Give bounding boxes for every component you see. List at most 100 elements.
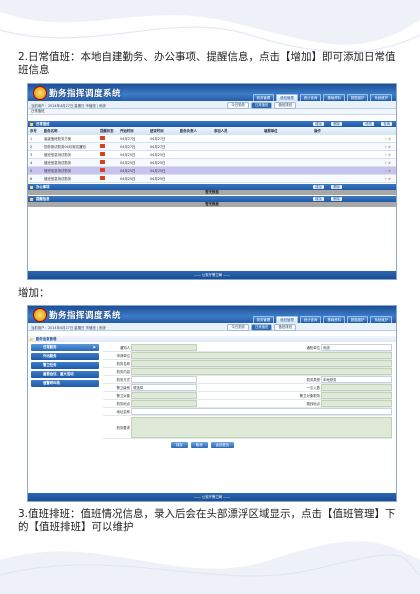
form-label: 警卫对象 — [116, 394, 130, 398]
start-time: 04月25日 — [120, 161, 136, 165]
office-add-button[interactable]: 增加 — [313, 185, 324, 189]
duty-type-button[interactable]: 日常勤务 ▶ — [31, 344, 99, 351]
delete-icon[interactable]: ✕ — [388, 161, 391, 165]
table-row[interactable]: 1 省级值班勤务方案 04月27日 04月27日 ✓✕ — [28, 135, 396, 143]
table-row[interactable]: 5 值班信息测试勤务 04月25日 04月25日 ✓✕ — [28, 167, 396, 175]
add-button[interactable]: 增加 — [313, 122, 324, 126]
duty-name-field[interactable] — [131, 360, 392, 367]
delete-icon[interactable]: ✕ — [388, 153, 391, 157]
form-row: 勤务方式 勤务类型 本地勤务 — [103, 376, 392, 384]
row-actions: ✓✕ — [312, 137, 396, 141]
daily-duty-screenshot: 勤务指挥调度系统 勤务管理 值班管理 统计查询 基础资料 数据维护 系统维护 当前用户：2… — [27, 83, 397, 280]
duty-type-field[interactable]: 本地勤务 — [321, 376, 392, 383]
end-time: 04月25日 — [150, 161, 166, 165]
user-info: 当前用户：2014年4月27日 星期日 市值班 | 系统 — [31, 104, 106, 108]
form-label: 通知人 — [119, 346, 130, 350]
form-label: 勤务类型 — [306, 378, 320, 382]
daily-duty-section-title: 日常值班 — [36, 122, 50, 126]
office-items-title: 办公事项 — [36, 185, 50, 189]
confirm-icon[interactable]: ✓ — [384, 161, 387, 165]
app-header: 勤务指挥调度系统 勤务管理 值班管理 统计查询 基础资料 数据维护 系统维护 — [28, 84, 396, 102]
duty-content-field[interactable] — [131, 368, 392, 375]
duty-location-field[interactable] — [131, 400, 197, 407]
form-label: 警卫级别 — [116, 386, 130, 390]
table-row[interactable]: 6 值班信息测试勤务 04月25日 04月25日 ✓✕ — [28, 175, 396, 183]
reminder-status — [98, 152, 118, 157]
app-title: 勤务指挥调度系统 — [49, 311, 122, 321]
confirm-icon[interactable]: ✓ — [384, 153, 387, 157]
duty-type-panel: 日常勤务 ▶ 外出勤务警卫任务重要会议、重大活动 值警呼叫场 — [31, 344, 99, 389]
app-header: 勤务指挥调度系统 勤务管理 值班管理 统计查询 基础资料 数据维护 系统维护 — [28, 306, 396, 324]
row-actions: ✓✕ — [312, 169, 396, 173]
guard-target-title-field[interactable] — [321, 392, 392, 399]
row-actions: ✓✕ — [312, 145, 396, 149]
column-header: 开始时间 — [120, 129, 134, 133]
notifier-field[interactable] — [131, 344, 197, 351]
section-daily-duty-description: 2.日常值班：本地自建勤务、办公事项、提醒信息，点击【增加】即可添加日常值班信息 — [18, 51, 396, 76]
add-caption: 增加： — [18, 287, 50, 299]
row-actions: ✓✕ — [312, 161, 396, 165]
reminder-status — [98, 144, 118, 149]
form-label: 地址名称 — [116, 410, 130, 414]
add-duty-form-screenshot: 勤务指挥调度系统 勤务管理 值班管理 统计查询 基础资料 数据维护 系统维护 当前用户：2… — [27, 305, 397, 502]
duty-type-label: 日常勤务 — [43, 345, 57, 349]
confirm-icon[interactable]: ✓ — [384, 177, 387, 181]
reminder-add-button[interactable]: 增加 — [313, 197, 324, 201]
route-field[interactable] — [321, 400, 392, 407]
duty-type-button[interactable]: 重要会议、重大活动 — [31, 371, 99, 378]
form-label: 勤务地点 — [116, 402, 130, 406]
address-field[interactable] — [131, 408, 392, 415]
sub-tab[interactable]: 今日勤务 — [227, 102, 249, 109]
form-label: 通知单位 — [306, 346, 320, 350]
sub-tab[interactable]: 值班排班 — [274, 324, 296, 331]
sub-tab[interactable]: 值班排班 — [274, 102, 296, 109]
table-row[interactable]: 2 勤务测试勤务04月测试通知 04月27日 04月27日 ✓✕ — [28, 143, 396, 151]
column-header: 序号 — [30, 129, 37, 133]
reminder-delete-button[interactable]: 删除 — [331, 197, 342, 201]
reminder-status — [98, 160, 118, 165]
column-header: 勤务名称 — [44, 129, 58, 133]
row-number: 2 — [30, 144, 33, 149]
form-action-button[interactable]: 保存 — [171, 442, 188, 448]
office-delete-button[interactable]: 删除 — [331, 185, 342, 189]
edit-button[interactable]: 修改 — [363, 122, 374, 126]
duty-type-button[interactable]: 值警呼叫场 — [31, 380, 99, 387]
duty-type-button[interactable]: 外出勤务 — [31, 353, 99, 360]
duty-type-button[interactable]: 警卫任务 — [31, 362, 99, 369]
duty-requirements-field[interactable] — [131, 416, 392, 438]
form-action-button[interactable]: 取消 — [190, 442, 208, 448]
delete-button[interactable]: 删除 — [331, 122, 342, 126]
sub-tab[interactable]: 日常值班 — [250, 102, 273, 109]
form-row: 警卫对象 警卫对象职务 — [103, 392, 392, 400]
confirm-icon[interactable]: ✓ — [384, 145, 387, 149]
apply-unit-field[interactable] — [131, 352, 392, 359]
duty-mode-field[interactable] — [131, 376, 197, 383]
guard-level-select[interactable]: 请选择 — [131, 384, 197, 391]
delete-icon[interactable]: ✕ — [388, 137, 391, 141]
app-footer: —— 公安厅警卫局 —— — [28, 493, 396, 501]
confirm-icon[interactable]: ✓ — [384, 169, 387, 173]
delete-icon[interactable]: ✕ — [388, 145, 391, 149]
sub-tab[interactable]: 今日勤务 — [227, 324, 249, 331]
sub-tab[interactable]: 日常值班 — [250, 324, 273, 331]
sub-tabs: 今日勤务 日常值班 值班排班 — [227, 324, 296, 331]
row-actions: ✓✕ — [312, 177, 396, 181]
delete-icon[interactable]: ✕ — [388, 169, 391, 173]
duty-type-label: 警卫任务 — [43, 363, 57, 367]
notify-unit-field[interactable]: 系统 — [321, 344, 392, 351]
count-field[interactable] — [321, 384, 392, 391]
daily-duty-table: 序号 勤务名称 提醒状态 开始时间 结束时间 勤务负责人 参加人员 填报单位 操作 1 省级值班勤务… — [28, 127, 396, 183]
reminders-section-bar: 提醒信息 增加 删除 — [28, 196, 396, 202]
duty-name: 值班信息测试勤务 — [44, 161, 72, 165]
row-number: 1 — [30, 136, 33, 141]
column-header: 参加人员 — [214, 129, 228, 133]
form-action-button[interactable]: 返回首页 — [210, 442, 235, 448]
reminders-title: 提醒信息 — [36, 197, 50, 201]
guard-target-field[interactable] — [131, 392, 197, 399]
table-row[interactable]: 3 值班信息测试勤务 04月25日 04月25日 ✓✕ — [28, 151, 396, 159]
delete-icon[interactable]: ✕ — [388, 177, 391, 181]
query-button[interactable]: 查询 — [381, 122, 392, 126]
info-bar: 当前用户：2014年4月27日 星期日 市值班 | 系统 今日勤务 日常值班 值班排… — [28, 101, 396, 109]
table-row[interactable]: 4 值班信息测试勤务 04月25日 04月25日 ✓✕ — [28, 159, 396, 167]
confirm-icon[interactable]: ✓ — [384, 137, 387, 141]
